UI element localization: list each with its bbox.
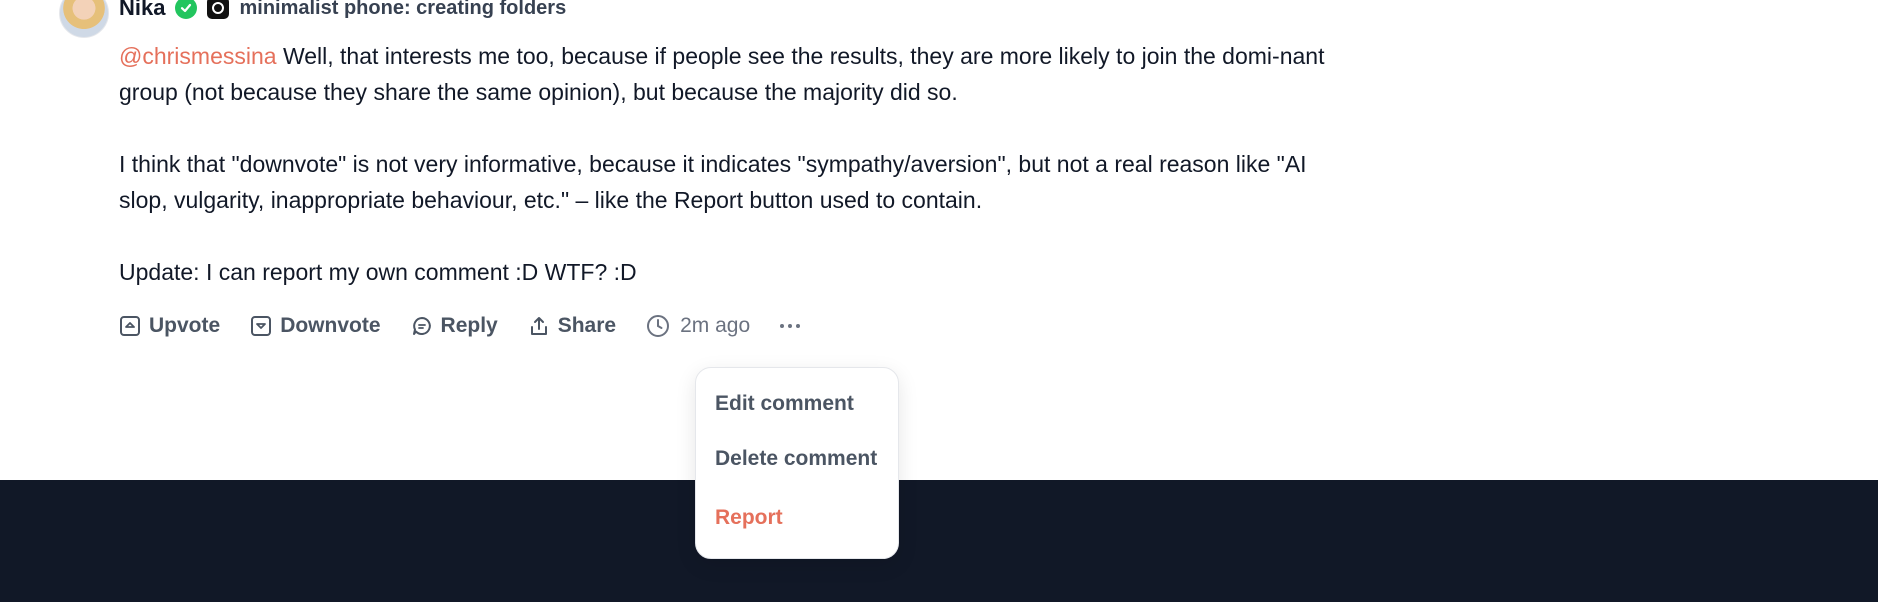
comment-timestamp[interactable]: 2m ago xyxy=(646,314,750,338)
upvote-icon xyxy=(120,316,140,336)
edit-comment-menu-item[interactable]: Edit comment xyxy=(715,392,854,416)
site-footer xyxy=(0,480,1878,602)
author-name[interactable]: Nika xyxy=(119,0,165,21)
reply-label: Reply xyxy=(440,314,498,337)
comment-paragraph: @chrismessina Well, that interests me to… xyxy=(119,38,1359,110)
comment-actions: Upvote Downvote Reply Share 2m ago xyxy=(119,308,801,344)
comment-paragraph: Update: I can report my own comment :D W… xyxy=(119,259,637,285)
downvote-icon xyxy=(251,316,272,336)
comment-header: Nika minimalist phone: creating folders xyxy=(119,0,566,22)
reply-bubble-icon xyxy=(412,317,431,335)
delete-comment-menu-item[interactable]: Delete comment xyxy=(715,447,877,471)
product-logo-icon[interactable] xyxy=(207,0,230,19)
product-link[interactable]: minimalist phone: creating folders xyxy=(239,0,566,20)
clock-icon xyxy=(647,315,670,337)
comment-options-menu: Edit comment Delete comment Report xyxy=(695,367,899,559)
reply-button[interactable]: Reply xyxy=(411,314,498,338)
comment-body: @chrismessina Well, that interests me to… xyxy=(119,38,1359,290)
mention-link[interactable]: @chrismessina xyxy=(119,43,277,69)
author-avatar[interactable] xyxy=(59,0,109,38)
upvote-button[interactable]: Upvote xyxy=(119,314,220,338)
time-label: 2m ago xyxy=(680,314,751,337)
verified-check-icon xyxy=(175,0,198,19)
comment-paragraph: I think that "downvote" is not very info… xyxy=(119,151,1307,213)
downvote-button[interactable]: Downvote xyxy=(250,314,381,338)
comment-text: Well, that interests me too, because if … xyxy=(119,43,1325,105)
upvote-label: Upvote xyxy=(149,314,221,337)
share-label: Share xyxy=(557,314,617,337)
share-button[interactable]: Share xyxy=(528,314,616,338)
downvote-label: Downvote xyxy=(280,314,381,337)
share-icon xyxy=(530,317,547,335)
more-dots-icon[interactable] xyxy=(780,324,801,328)
report-menu-item[interactable]: Report xyxy=(715,506,783,530)
